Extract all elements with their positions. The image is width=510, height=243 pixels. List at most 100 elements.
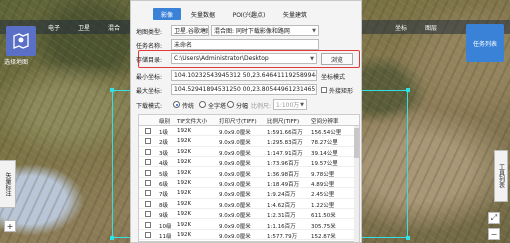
- map-layer-button[interactable]: 图层: [425, 23, 437, 32]
- toolbox-tab[interactable]: 工具列表: [494, 150, 508, 202]
- table-cell: 192K: [177, 148, 192, 155]
- table-cell: 8级: [159, 202, 168, 209]
- table-cell: 9.0x9.0厘米: [219, 202, 251, 209]
- scale-label: 比例尺:: [251, 103, 272, 110]
- tab-poi[interactable]: POI(兴趣点): [225, 8, 273, 20]
- tab-vector-data[interactable]: 矢量数据: [185, 8, 221, 20]
- mode-pyramid-radio[interactable]: [199, 101, 206, 108]
- col-resolution: 空间分辨率: [311, 119, 339, 125]
- task-name-input[interactable]: 未命名: [171, 39, 319, 50]
- browse-button[interactable]: 浏览: [321, 53, 353, 65]
- map-source-select[interactable]: 卫星.谷歌地图 ▼: [171, 25, 209, 36]
- table-cell: 9.78公里: [311, 171, 335, 178]
- mode-pyramid-label: 全字塔: [208, 103, 227, 110]
- table-cell: 1:73.96百万: [267, 161, 300, 168]
- table-cell: 9.0x9.0厘米: [219, 150, 251, 157]
- row-checkbox[interactable]: [145, 128, 151, 134]
- table-row[interactable]: 2级 192K 9.0x9.0厘米 1:295.83百万 78.27公里: [139, 136, 359, 147]
- max-coord-input[interactable]: 104.52941894531250 00,23.805449612314651…: [171, 84, 317, 95]
- table-row[interactable]: 1级 192K 9.0x9.0厘米 1:591.66百万 156.54公里: [139, 126, 359, 137]
- table-cell: 192K: [177, 200, 192, 207]
- table-cell: 9.0x9.0厘米: [219, 171, 251, 178]
- table-cell: 192K: [177, 211, 192, 218]
- coord-mode-dropdown[interactable]: 坐标模式: [321, 72, 345, 81]
- table-row[interactable]: 6级 192K 9.0x9.0厘米 1:18.49百万 4.89公里: [139, 178, 359, 189]
- scale-select[interactable]: 1:100万 ▼: [273, 99, 307, 110]
- table-row[interactable]: 7级 192K 9.0x9.0厘米 1:9.24百万 2.45公里: [139, 188, 359, 199]
- table-cell: 1:1.16百万: [267, 223, 296, 230]
- table-cell: 1:147.91百万: [267, 150, 303, 157]
- selection-handle[interactable]: [406, 88, 410, 92]
- table-cell: 1:295.83百万: [267, 140, 303, 147]
- table-cell: 192K: [177, 159, 192, 166]
- table-header: 级别 TIF文件大小 打印尺寸(TIFF) 比例尺(TIFF) 空间分辨率: [139, 115, 359, 126]
- table-cell: 6级: [159, 182, 168, 188]
- row-checkbox[interactable]: [145, 232, 151, 238]
- mode-traditional-radio[interactable]: [173, 101, 180, 108]
- table-row[interactable]: 5级 192K 9.0x9.0厘米 1:36.98百万 9.78公里: [139, 168, 359, 178]
- outer-rect-checkbox[interactable]: [321, 87, 327, 93]
- select-map-label: 选择地图: [4, 59, 29, 66]
- row-checkbox[interactable]: [145, 190, 151, 197]
- row-checkbox[interactable]: [145, 148, 151, 155]
- table-cell: 10级: [159, 223, 172, 230]
- map-type-row: 地图类型: 卫星.谷歌地图 ▼ 混合图: 同时下载影像和路网 ▼: [131, 25, 363, 37]
- min-coord-label: 最小坐标:: [136, 74, 163, 81]
- scale-value: 1:100万: [276, 102, 300, 109]
- table-cell: 7级: [159, 192, 168, 199]
- fit-view-icon[interactable]: ⤢: [488, 212, 500, 224]
- selection-handle[interactable]: [110, 236, 114, 240]
- select-map-button[interactable]: [6, 26, 36, 56]
- tab-imagery[interactable]: 影像: [153, 8, 181, 20]
- table-cell: 9.0x9.0厘米: [219, 161, 251, 168]
- table-cell: 9.0x9.0厘米: [219, 140, 251, 147]
- row-checkbox[interactable]: [145, 138, 151, 145]
- mode-sheet-radio[interactable]: [227, 101, 234, 108]
- row-checkbox[interactable]: [145, 159, 151, 166]
- row-checkbox[interactable]: [145, 200, 151, 207]
- map-coord-button[interactable]: 坐标: [395, 23, 407, 32]
- table-cell: 1:4.62百万: [267, 202, 296, 209]
- table-row[interactable]: 10级 192K 9.0x9.0厘米 1:1.16百万 305.75米: [139, 220, 359, 230]
- scrollbar-thumb[interactable]: [354, 128, 359, 158]
- vector-mark-tab[interactable]: 矢量标注: [0, 160, 16, 208]
- tab-vector-building[interactable]: 矢量建筑: [277, 8, 313, 20]
- table-cell: 2.45公里: [311, 192, 335, 199]
- map-type-hybrid[interactable]: 混合: [108, 23, 120, 32]
- table-cell: 4级: [159, 161, 168, 168]
- row-checkbox[interactable]: [145, 211, 151, 218]
- selection-handle[interactable]: [110, 88, 114, 92]
- max-coord-label: 最大坐标:: [136, 88, 163, 95]
- map-type-satellite[interactable]: 卫星: [78, 23, 90, 32]
- table-row[interactable]: 11级 192K 9.0x9.0厘米 1:577.79万 152.87米: [139, 230, 359, 241]
- table-cell: 1.22公里: [311, 202, 335, 209]
- table-cell: 19.57公里: [311, 161, 338, 168]
- row-checkbox[interactable]: [145, 221, 151, 228]
- table-cell: 9.0x9.0厘米: [219, 182, 251, 188]
- col-tif-size: TIF文件大小: [177, 119, 208, 125]
- min-coord-input[interactable]: 104.10232543945312 50,23.646411192589944…: [171, 70, 317, 81]
- table-cell: 39.14公里: [311, 150, 338, 157]
- table-cell: 9.0x9.0厘米: [219, 234, 251, 240]
- zoom-in-icon[interactable]: +: [4, 220, 16, 232]
- task-list-button[interactable]: 任务列表: [466, 24, 504, 62]
- selection-handle[interactable]: [406, 236, 410, 240]
- row-checkbox[interactable]: [145, 180, 151, 186]
- table-cell: 192K: [177, 221, 192, 228]
- row-checkbox[interactable]: [145, 169, 151, 176]
- map-mode-select[interactable]: 混合图: 同时下载影像和路网 ▼: [211, 25, 319, 36]
- table-row[interactable]: 3级 192K 9.0x9.0厘米 1:147.91百万 39.14公里: [139, 147, 359, 157]
- save-dir-select[interactable]: C:\Users\Administrator\Desktop ▼: [171, 53, 317, 64]
- zoom-out-icon[interactable]: −: [488, 228, 500, 240]
- table-cell: 9.0x9.0厘米: [219, 223, 251, 230]
- table-cell: 152.87米: [311, 234, 336, 240]
- table-cell: 1:577.79万: [267, 234, 298, 240]
- download-mode-label: 下载模式:: [136, 103, 163, 110]
- table-row[interactable]: 8级 192K 9.0x9.0厘米 1:4.62百万 1.22公里: [139, 199, 359, 209]
- table-row[interactable]: 4级 192K 9.0x9.0厘米 1:73.96百万 19.57公里: [139, 157, 359, 168]
- table-scrollbar[interactable]: [354, 126, 359, 242]
- map-type-electronic[interactable]: 电子: [48, 23, 60, 32]
- table-cell: 1:18.49百万: [267, 182, 300, 188]
- table-row[interactable]: 9级 192K 9.0x9.0厘米 1:2.31百万 611.50米: [139, 209, 359, 220]
- map-type-label: 地图类型:: [136, 29, 163, 36]
